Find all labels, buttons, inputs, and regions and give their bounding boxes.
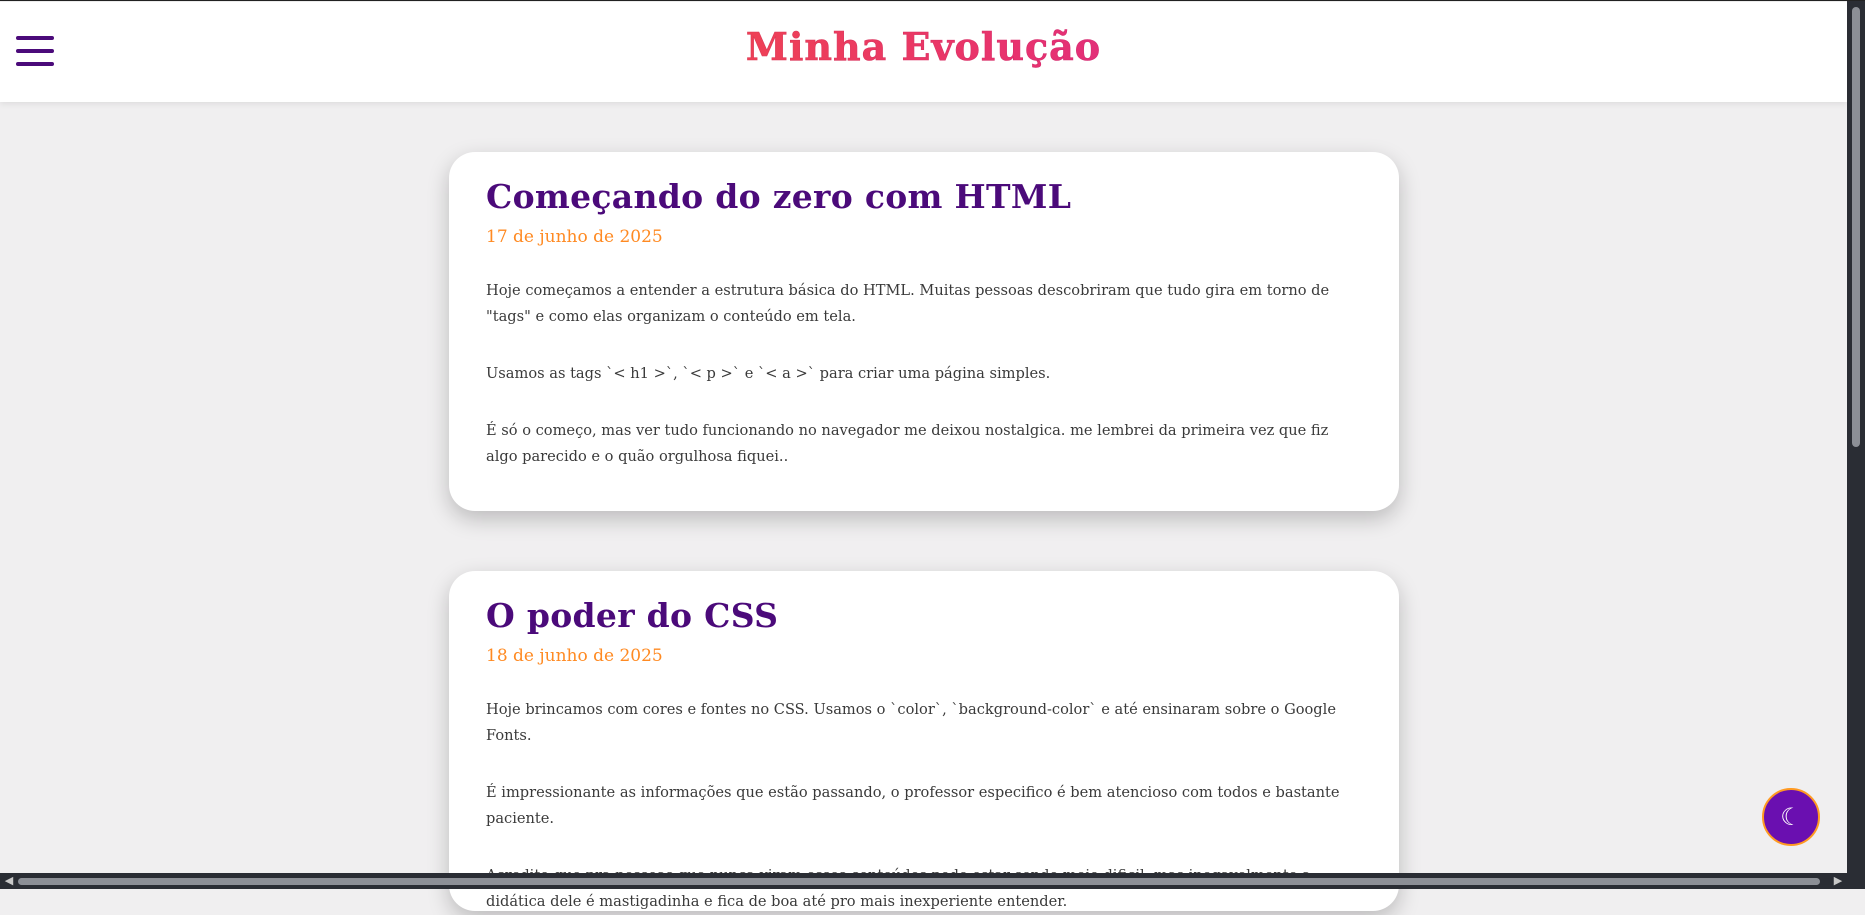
post-paragraph: Hoje começamos a entender a estrutura bá… [486, 282, 1330, 325]
site-title: Minha Evolução [0, 24, 1847, 70]
post-title: O poder do CSS [486, 596, 779, 635]
post-paragraph: Hoje brincamos com cores e fontes no CSS… [486, 701, 1336, 744]
blog-post: Começando do zero com HTML 17 de junho d… [449, 152, 1399, 511]
post-paragraph: Usamos as tags `< h1 >`, `< p >` e `< a … [486, 365, 1051, 382]
theme-toggle-button[interactable]: ☾ [1762, 788, 1820, 846]
moon-icon: ☾ [1780, 803, 1802, 831]
scrollbar-corner [1847, 873, 1865, 889]
post-date: 17 de junho de 2025 [486, 227, 663, 247]
scroll-left-arrow-icon[interactable]: ◀ [2, 873, 16, 889]
post-paragraph: Acredito que pra pessoas que nunca viram… [486, 867, 1311, 910]
vertical-scrollbar[interactable] [1847, 1, 1865, 889]
post-title: Começando do zero com HTML [486, 177, 1072, 216]
post-date: 18 de junho de 2025 [486, 646, 663, 666]
site-header: Minha Evolução [0, 2, 1847, 102]
blog-post: O poder do CSS 18 de junho de 2025 Hoje … [449, 571, 1399, 911]
post-paragraph: É impressionante as informações que estã… [486, 784, 1340, 827]
horizontal-scrollbar-thumb[interactable] [18, 878, 1820, 885]
horizontal-scrollbar[interactable]: ◀ ▶ [0, 873, 1847, 889]
vertical-scrollbar-thumb[interactable] [1852, 7, 1860, 447]
post-paragraph: É só o começo, mas ver tudo funcionando … [486, 422, 1329, 465]
scroll-right-arrow-icon[interactable]: ▶ [1831, 873, 1845, 889]
